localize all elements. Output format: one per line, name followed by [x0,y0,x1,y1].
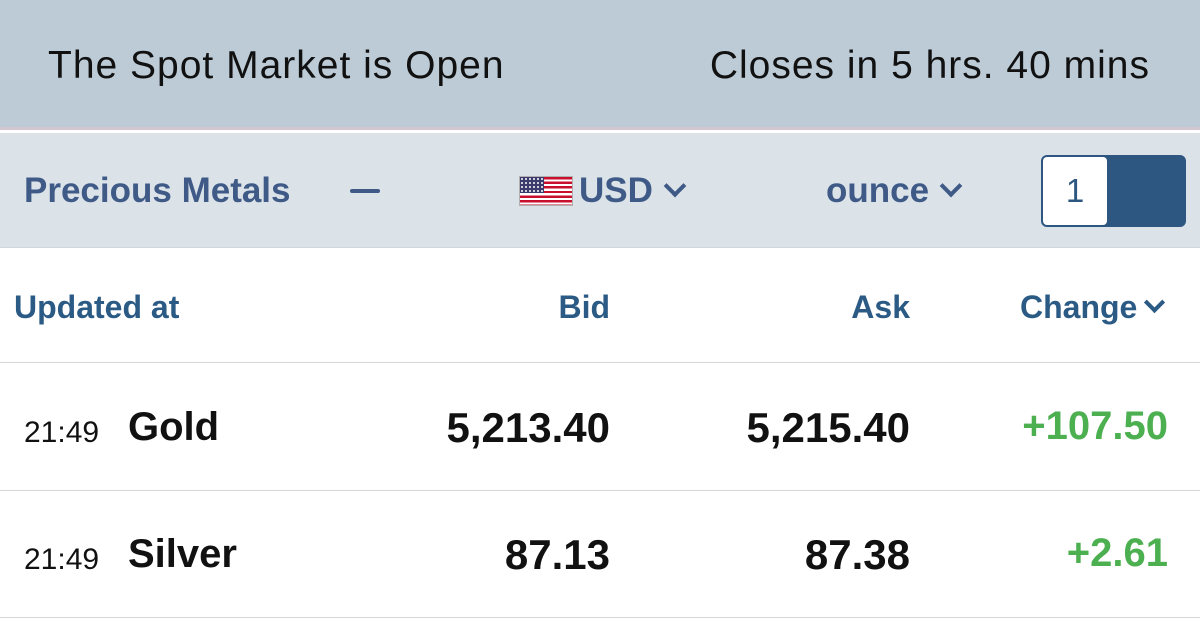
change-header-label: Change [1020,289,1138,325]
collapse-icon[interactable] [350,189,380,193]
chevron-down-icon [1144,291,1166,314]
price-table-header: Updated at Bid Ask Change [0,248,1200,363]
column-header-updated: Updated at [14,289,180,325]
currency-dropdown[interactable]: USD [519,169,687,213]
row-time: 21:49 [24,416,100,449]
filter-bar: Precious Metals USD ounce [0,133,1200,248]
column-header-ask: Ask [851,289,910,325]
unit-dropdown[interactable]: ounce [826,169,963,213]
row-ask-price: 87.38 [804,531,910,578]
unit-label: ounce [826,171,930,210]
category-selector[interactable]: Precious Metals [24,169,291,213]
row-time: 21:49 [24,543,100,576]
currency-label: USD [579,171,653,210]
row-change: +107.50 [1022,404,1168,448]
market-status-bar: The Spot Market is Open Closes in 5 hrs.… [0,0,1200,130]
row-change: +2.61 [1066,531,1168,575]
table-row[interactable]: 21:49 Gold 5,213.40 5,215.40 +107.50 [0,364,1200,491]
row-bid-price: 5,213.40 [446,404,611,451]
category-label: Precious Metals [24,171,291,210]
row-metal-name: Silver [128,532,237,576]
market-status-text: The Spot Market is Open [48,44,505,87]
market-close-countdown: Closes in 5 hrs. 40 mins [709,44,1150,87]
row-bid-price: 87.13 [504,531,610,578]
column-header-bid: Bid [558,289,610,325]
row-metal-name: Gold [128,405,220,449]
column-header-change[interactable]: Change [1020,289,1166,326]
table-row[interactable]: 21:49 Silver 87.13 87.38 +2.61 [0,491,1200,618]
quantity-input[interactable]: 1 [1043,157,1107,225]
chevron-down-icon [663,174,687,198]
row-ask-price: 5,215.40 [746,404,911,451]
us-flag-icon [519,176,573,206]
quantity-toggle[interactable]: 1 [1041,155,1186,227]
chevron-down-icon [939,174,963,198]
